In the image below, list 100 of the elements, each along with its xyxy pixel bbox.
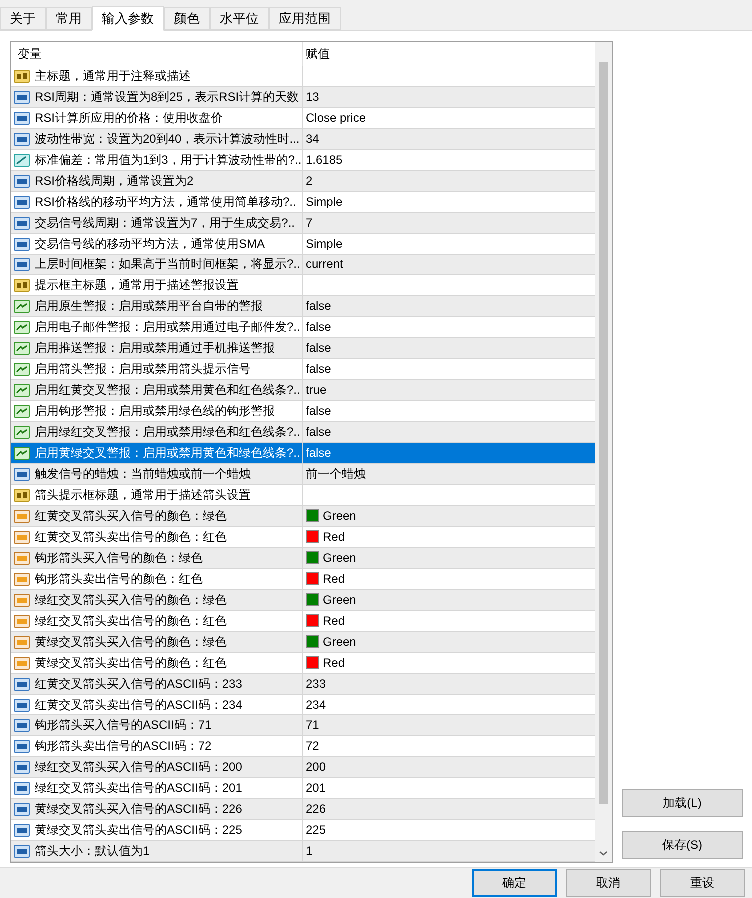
tab[interactable]: 应用范围 [269, 7, 341, 30]
parameter-row[interactable]: 黄绿交叉箭头卖出信号的ASCII码：225 225 [11, 820, 595, 842]
parameter-value[interactable]: Red [323, 654, 346, 672]
parameter-row[interactable]: RSI周期：通常设置为8到25，表示RSI计算的天数 13 [11, 86, 595, 108]
parameter-row[interactable]: 启用原生警报：启用或禁用平台自带的警报 false [11, 296, 595, 318]
parameter-value[interactable]: false [306, 339, 332, 358]
dialog-button[interactable]: 重设 [660, 869, 745, 897]
number-type-icon [14, 843, 30, 860]
parameter-row[interactable]: 绿红交叉箭头买入信号的ASCII码：200 200 [11, 757, 595, 778]
tab[interactable]: 常用 [46, 7, 92, 30]
side-button[interactable]: 保存(S) [622, 831, 743, 859]
tab[interactable]: 水平位 [210, 7, 269, 30]
parameter-value[interactable]: false [306, 318, 332, 336]
parameter-value[interactable]: 71 [306, 716, 320, 734]
parameter-value[interactable]: 前一个蜡烛 [306, 465, 366, 484]
scrollbar[interactable] [595, 42, 612, 862]
parameter-row[interactable]: 红黄交叉箭头买入信号的颜色：绿色 Green [11, 506, 595, 527]
tab[interactable]: 颜色 [164, 7, 210, 30]
parameter-value[interactable]: Simple [306, 234, 343, 253]
parameter-name: 启用箭头警报：启用或禁用箭头提示信号 [35, 361, 251, 378]
parameter-row[interactable]: 交易信号线的移动平均方法，通常使用SMA Simple [11, 234, 595, 255]
parameter-row[interactable]: 启用推送警报：启用或禁用通过手机推送警报 false [11, 338, 595, 360]
parameter-value[interactable]: Green [323, 590, 356, 609]
parameter-name: 启用电子邮件警报：启用或禁用通过电子邮件发?.. [35, 319, 300, 336]
parameter-value[interactable]: Simple [306, 192, 343, 211]
chart-type-icon [14, 382, 30, 398]
parameter-name: 钩形箭头买入信号的ASCII码：71 [35, 717, 212, 734]
parameter-row[interactable]: 启用黄绿交叉警报：启用或禁用黄色和绿色线条?.. false [11, 443, 595, 464]
parameter-value[interactable]: 200 [306, 758, 326, 776]
parameter-value[interactable]: Green [323, 548, 356, 567]
dialog-button[interactable]: 取消 [566, 869, 651, 897]
parameter-row[interactable]: 红黄交叉箭头买入信号的ASCII码：233 233 [11, 674, 595, 695]
parameter-value[interactable]: 13 [306, 88, 320, 106]
parameter-name: 箭头大小：默认值为1 [35, 843, 150, 860]
parameter-name: 绿红交叉箭头买入信号的ASCII码：200 [35, 759, 242, 776]
chevron-down-icon[interactable] [599, 849, 608, 858]
parameter-value[interactable]: false [306, 423, 332, 442]
color-type-icon [14, 570, 30, 587]
parameter-value[interactable]: Red [323, 570, 346, 588]
parameter-row[interactable]: 主标题，通常用于注释或描述 [11, 66, 595, 87]
parameter-row[interactable]: 绿红交叉箭头买入信号的颜色：绿色 Green [11, 590, 595, 611]
parameter-value[interactable]: 226 [306, 800, 326, 818]
parameter-row[interactable]: 绿红交叉箭头卖出信号的颜色：红色 Red [11, 610, 595, 632]
parameter-row[interactable]: 波动性带宽：设置为20到40，表示计算波动性时... 34 [11, 128, 595, 150]
parameter-row[interactable]: 钩形箭头买入信号的颜色：绿色 Green [11, 548, 595, 569]
parameter-row[interactable]: 上层时间框架：如果高于当前时间框架，将显示?.. current [11, 254, 595, 276]
column-header[interactable]: 赋值 [303, 42, 595, 66]
parameter-row[interactable]: 触发信号的蜡烛：当前蜡烛或前一个蜡烛 前一个蜡烛 [11, 464, 595, 485]
parameter-value[interactable]: Green [323, 506, 356, 525]
parameter-value[interactable]: false [306, 360, 332, 378]
parameter-name: 红黄交叉箭头买入信号的ASCII码：233 [35, 676, 242, 693]
parameter-row[interactable]: RSI计算所应用的价格：使用收盘价 Close price [11, 108, 595, 129]
parameter-row[interactable]: 交易信号线周期：通常设置为7，用于生成交易?.. 7 [11, 212, 595, 234]
parameter-row[interactable]: RSI价格线周期，通常设置为2 2 [11, 170, 595, 192]
dialog-button[interactable]: 确定 [472, 869, 557, 897]
parameter-row[interactable]: 黄绿交叉箭头买入信号的ASCII码：226 226 [11, 799, 595, 820]
parameter-value[interactable]: Red [323, 528, 346, 546]
parameter-value[interactable]: Green [323, 632, 356, 651]
parameter-value[interactable]: 72 [306, 737, 320, 756]
parameter-value[interactable]: 7 [306, 214, 313, 232]
parameter-row[interactable]: 黄绿交叉箭头卖出信号的颜色：红色 Red [11, 652, 595, 674]
parameter-value[interactable]: Red [323, 612, 346, 630]
parameter-row[interactable]: 启用红黄交叉警报：启用或禁用黄色和红色线条?.. true [11, 380, 595, 402]
parameter-row[interactable]: 启用箭头警报：启用或禁用箭头提示信号 false [11, 359, 595, 380]
parameter-row[interactable]: 箭头提示框标题，通常用于描述箭头设置 [11, 485, 595, 506]
parameter-row[interactable]: 绿红交叉箭头卖出信号的ASCII码：201 201 [11, 778, 595, 800]
parameter-value[interactable]: current [306, 255, 344, 274]
parameter-row[interactable]: 启用电子邮件警报：启用或禁用通过电子邮件发?.. false [11, 317, 595, 338]
parameter-value[interactable]: false [306, 444, 332, 462]
parameter-value[interactable]: false [306, 297, 332, 316]
parameter-value[interactable]: Close price [306, 108, 366, 127]
parameter-row[interactable]: 启用钩形警报：启用或禁用绿色线的钩形警报 false [11, 401, 595, 422]
parameter-row[interactable]: 提示框主标题，通常用于描述警报设置 [11, 275, 595, 296]
parameter-row[interactable]: 钩形箭头买入信号的ASCII码：71 71 [11, 715, 595, 736]
parameter-value[interactable]: 234 [306, 696, 326, 714]
parameter-value[interactable]: 201 [306, 779, 326, 798]
parameter-value[interactable]: true [306, 381, 327, 400]
parameter-row[interactable]: 标准偏差：常用值为1到3，用于计算波动性带的?.. 1.6185 [11, 150, 595, 171]
tab[interactable]: 输入参数 [92, 6, 164, 31]
number-type-icon [14, 236, 30, 252]
parameter-value[interactable]: false [306, 402, 332, 420]
parameter-row[interactable]: 黄绿交叉箭头买入信号的颜色：绿色 Green [11, 632, 595, 653]
parameter-value[interactable]: 2 [306, 172, 313, 190]
parameter-row[interactable]: RSI价格线的移动平均方法，通常使用简单移动?.. Simple [11, 192, 595, 213]
parameter-row[interactable]: 箭头大小：默认值为1 1 [11, 841, 595, 862]
parameter-value[interactable]: 1.6185 [306, 150, 343, 169]
scrollbar-thumb[interactable] [599, 62, 608, 804]
parameter-row[interactable]: 红黄交叉箭头卖出信号的ASCII码：234 234 [11, 694, 595, 716]
parameter-row[interactable]: 红黄交叉箭头卖出信号的颜色：红色 Red [11, 526, 595, 548]
parameter-value[interactable]: 1 [306, 842, 313, 860]
parameter-row[interactable]: 钩形箭头卖出信号的ASCII码：72 72 [11, 736, 595, 758]
parameter-value[interactable]: 233 [306, 674, 326, 693]
parameter-value[interactable]: 34 [306, 130, 320, 148]
side-button[interactable]: 加载(L) [622, 789, 743, 817]
parameter-row[interactable]: 启用绿红交叉警报：启用或禁用绿色和红色线条?.. false [11, 422, 595, 444]
parameter-row[interactable]: 钩形箭头卖出信号的颜色：红色 Red [11, 568, 595, 590]
text-type-icon [14, 486, 30, 503]
number-type-icon [14, 759, 30, 776]
parameter-value[interactable]: 225 [306, 821, 326, 840]
tab[interactable]: 关于 [0, 7, 46, 30]
